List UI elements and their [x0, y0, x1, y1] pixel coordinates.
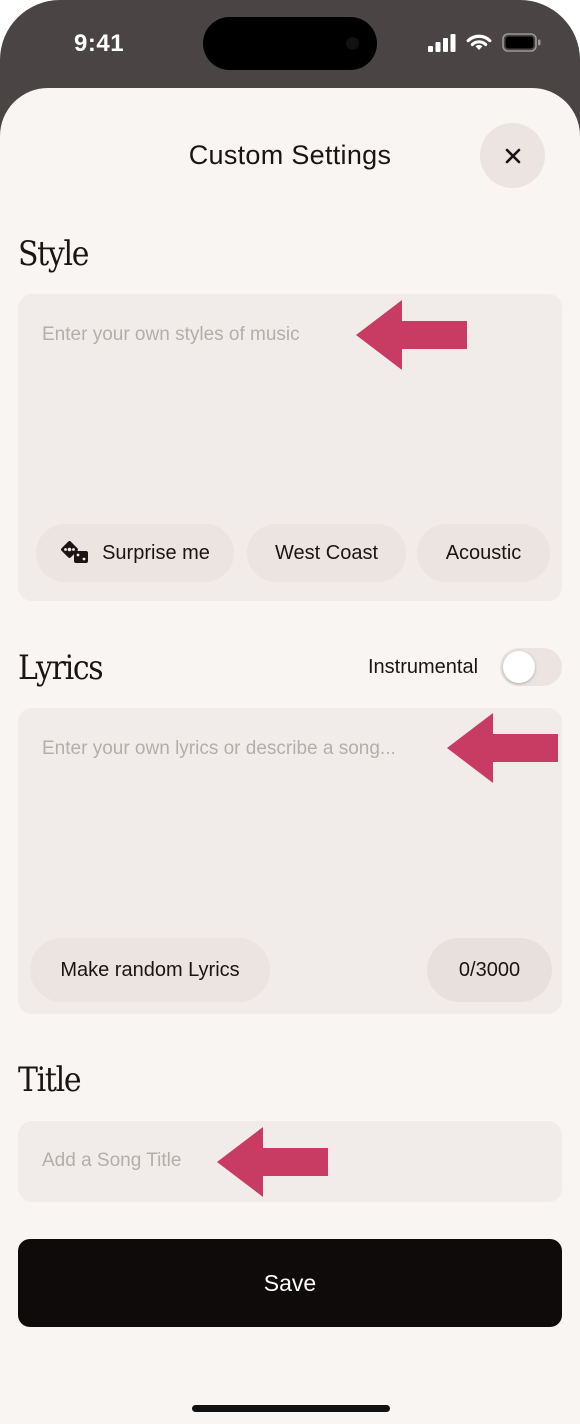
camera-icon: [346, 37, 359, 50]
title-label: Title: [18, 1060, 82, 1100]
title-input-placeholder[interactable]: Add a Song Title: [42, 1150, 181, 1172]
style-label: Style: [18, 234, 89, 274]
home-indicator: [192, 1405, 390, 1412]
lyrics-label: Lyrics: [18, 648, 104, 688]
status-icons: [428, 33, 542, 52]
dynamic-island: [203, 17, 377, 70]
phone-frame: 9:41 Custom Settings Style Enter your ow…: [0, 0, 580, 1424]
annotation-arrow-style: [356, 300, 467, 370]
save-button[interactable]: Save: [18, 1239, 562, 1327]
close-button[interactable]: [480, 123, 545, 188]
lyrics-input-placeholder[interactable]: Enter your own lyrics or describe a song…: [42, 738, 396, 760]
instrumental-label: Instrumental: [368, 656, 479, 678]
lyrics-char-counter: 0/3000: [427, 938, 552, 1002]
annotation-arrow-lyrics: [447, 713, 558, 783]
acoustic-chip[interactable]: Acoustic: [417, 524, 550, 582]
instrumental-toggle[interactable]: [500, 648, 562, 686]
battery-icon: [502, 33, 541, 52]
west-coast-chip[interactable]: West Coast: [247, 524, 406, 582]
wifi-icon: [466, 34, 492, 50]
toggle-knob: [503, 651, 535, 683]
close-icon: [505, 148, 520, 163]
dice-icon: [61, 541, 89, 563]
cellular-signal-icon: [428, 33, 456, 52]
status-bar: 9:41: [0, 0, 580, 90]
style-input-panel[interactable]: Enter your own styles of music Surprise …: [18, 294, 562, 601]
surprise-me-chip[interactable]: Surprise me: [36, 524, 234, 582]
style-input-placeholder[interactable]: Enter your own styles of music: [42, 324, 300, 346]
make-random-lyrics-button[interactable]: Make random Lyrics: [30, 938, 270, 1002]
status-time: 9:41: [74, 30, 125, 57]
surprise-me-label: Surprise me: [102, 541, 210, 564]
annotation-arrow-title: [217, 1127, 328, 1197]
